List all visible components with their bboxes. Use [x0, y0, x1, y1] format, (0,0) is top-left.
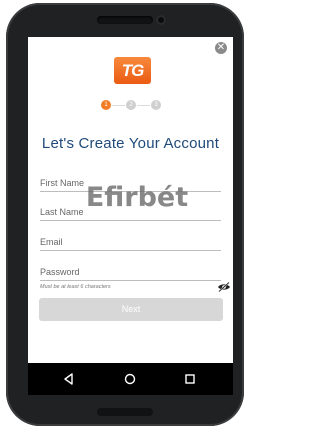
email-field[interactable]: Email	[40, 230, 221, 251]
password-field[interactable]: Password	[40, 260, 221, 281]
back-icon[interactable]	[62, 372, 76, 386]
email-label: Email	[40, 237, 63, 247]
app-screen: ✕ TG 1 2 3 Let's Create Your Account Fir…	[28, 37, 233, 395]
close-button[interactable]: ✕	[215, 42, 227, 54]
password-hint: Must be at least 6 characters	[40, 284, 111, 290]
step-1: 1	[101, 100, 111, 110]
step-connector	[112, 105, 125, 106]
watermark: Efirbét	[85, 182, 189, 213]
step-2: 2	[126, 100, 136, 110]
android-nav-bar	[28, 363, 233, 395]
close-icon: ✕	[216, 42, 226, 53]
recent-apps-icon[interactable]	[183, 372, 197, 386]
front-camera	[156, 15, 166, 25]
eye-slash-icon[interactable]	[217, 279, 231, 293]
step-indicator: 1 2 3	[28, 100, 233, 110]
phone-frame: ✕ TG 1 2 3 Let's Create Your Account Fir…	[6, 3, 244, 426]
step-3: 3	[151, 100, 161, 110]
home-icon[interactable]	[123, 372, 137, 386]
next-button[interactable]: Next	[39, 298, 223, 321]
step-connector	[137, 105, 150, 106]
password-label: Password	[40, 267, 80, 277]
top-speaker	[97, 16, 153, 24]
app-logo: TG	[114, 57, 151, 84]
bottom-speaker	[97, 408, 153, 416]
page-title: Let's Create Your Account	[41, 135, 220, 152]
